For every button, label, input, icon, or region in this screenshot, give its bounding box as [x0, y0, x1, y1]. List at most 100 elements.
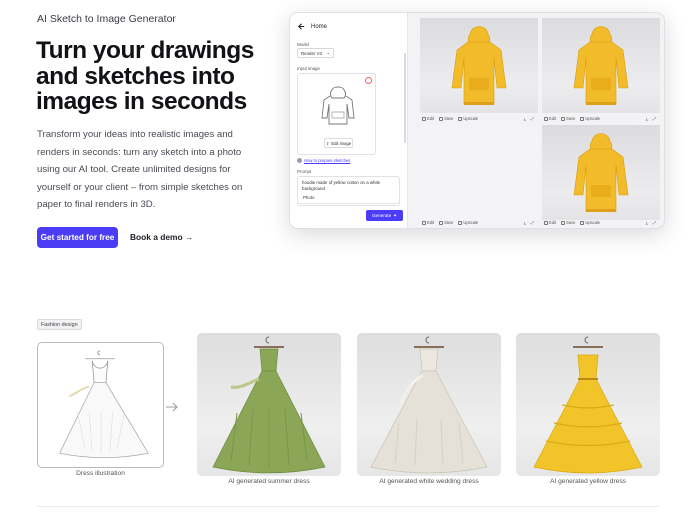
input-image-dropzone[interactable]: ⇪ Edit image: [297, 73, 376, 155]
hero-description: Transform your ideas into realistic imag…: [37, 129, 243, 211]
model-value: Render V3: [301, 50, 322, 56]
upscale-action[interactable]: Upscale: [580, 116, 600, 121]
prompt-label: Prompt: [297, 169, 312, 174]
dress-sketch-image: [59, 350, 149, 459]
upscale-action[interactable]: Upscale: [458, 220, 478, 225]
save-action-label: Save: [566, 220, 576, 225]
summer-dress-card[interactable]: [197, 333, 341, 476]
upload-icon: ⇪: [325, 140, 330, 146]
model-select[interactable]: Render V3 ⌄: [297, 48, 334, 58]
edit-action-label: Edit: [549, 116, 557, 121]
expand-icon[interactable]: ⤢: [653, 220, 656, 225]
download-icon[interactable]: ⤓: [646, 220, 648, 225]
hero-eyebrow: AI Sketch to Image Generator: [37, 13, 176, 25]
get-started-button[interactable]: Get started for free: [37, 227, 118, 248]
result-image-3[interactable]: [420, 125, 538, 220]
wedding-dress-card[interactable]: [357, 333, 501, 476]
save-action[interactable]: Save: [561, 220, 575, 225]
arrow-right-icon: [166, 402, 178, 412]
hero-headline: Turn your drawings and sketches into ima…: [36, 37, 254, 115]
upscale-action[interactable]: Upscale: [458, 116, 478, 121]
how-to-prepare-label: How to prepare sketches: [304, 158, 351, 163]
upscale-icon: [580, 220, 585, 225]
sketch-caption: Dress illustration: [76, 470, 125, 477]
edit-action-label: Edit: [427, 220, 435, 225]
generate-label: Generate: [371, 213, 392, 218]
chevron-down-icon: ⌄: [326, 50, 330, 55]
wedding-dress-caption: AI generated white wedding dress: [379, 478, 479, 485]
info-icon: [297, 158, 302, 163]
tile-toolbar-1: Edit Save Upscale ⤓ ⤢: [420, 113, 538, 124]
save-action[interactable]: Save: [439, 116, 453, 121]
upscale-icon: [458, 116, 463, 121]
download-icon[interactable]: ⤓: [524, 116, 526, 121]
upscale-action-label: Upscale: [585, 116, 601, 121]
save-action-label: Save: [444, 220, 454, 225]
expand-icon[interactable]: ⤢: [531, 116, 534, 121]
generate-button[interactable]: Generate ✦: [366, 210, 403, 221]
how-to-prepare-link[interactable]: How to prepare sketches: [297, 158, 350, 163]
edit-image-button[interactable]: ⇪ Edit image: [324, 138, 353, 148]
pencil-icon: [422, 116, 426, 121]
pencil-icon: [544, 220, 548, 225]
download-icon[interactable]: ⤓: [646, 116, 648, 121]
edit-image-label: Edit image: [331, 140, 352, 146]
yellow-dress-card[interactable]: [516, 333, 660, 476]
style-select[interactable]: Photo: [297, 191, 400, 204]
arrow-left-icon: [298, 23, 305, 30]
save-action[interactable]: Save: [561, 116, 575, 121]
expand-icon[interactable]: ⤢: [531, 220, 534, 225]
green-dress-photo: [212, 336, 326, 474]
edit-action[interactable]: Edit: [544, 116, 556, 121]
save-icon: [439, 220, 444, 225]
book-demo-link[interactable]: Book a demo →: [130, 232, 193, 242]
edit-action[interactable]: Edit: [422, 116, 434, 121]
sidebar-scrollbar[interactable]: [404, 53, 406, 143]
tile-toolbar-3: Edit Save Upscale ⤓ ⤢: [420, 217, 538, 228]
pencil-icon: [544, 116, 548, 121]
tile-toolbar-4: Edit Save Upscale ⤓ ⤢: [542, 217, 660, 228]
download-icon[interactable]: ⤓: [524, 220, 526, 225]
category-tag: Fashion design: [37, 319, 82, 330]
edit-action[interactable]: Edit: [422, 220, 434, 225]
summer-dress-caption: AI generated summer dress: [228, 478, 310, 485]
upscale-icon: [580, 116, 585, 121]
upscale-action-label: Upscale: [585, 220, 601, 225]
upscale-action-label: Upscale: [463, 220, 479, 225]
hoodie-sketch-image: [321, 86, 355, 125]
back-home-label: Home: [311, 23, 328, 30]
yellow-hoodie-photo: [573, 133, 629, 212]
save-action-label: Save: [566, 116, 576, 121]
save-action[interactable]: Save: [439, 220, 453, 225]
white-dress-photo: [370, 336, 488, 474]
yellow-hoodie-photo: [451, 26, 507, 105]
remove-image-icon[interactable]: [365, 77, 372, 84]
save-action-label: Save: [444, 116, 454, 121]
expand-icon[interactable]: ⤢: [653, 116, 656, 121]
result-image-1[interactable]: [420, 18, 538, 113]
section-divider: [37, 506, 659, 507]
input-image-label: Input image: [297, 66, 320, 71]
result-image-4[interactable]: [542, 125, 660, 220]
back-home-link[interactable]: Home: [297, 22, 327, 31]
dress-sketch-card: [37, 342, 164, 468]
upscale-action[interactable]: Upscale: [580, 220, 600, 225]
yellow-dress-caption: AI generated yellow dress: [550, 478, 626, 485]
yellow-hoodie-photo: [573, 26, 629, 105]
upscale-icon: [458, 220, 463, 225]
generator-sidebar: Home Model Render V3 ⌄ Input image ⇪ Edi…: [290, 13, 408, 228]
result-image-2[interactable]: [542, 18, 660, 113]
upscale-action-label: Upscale: [463, 116, 479, 121]
edit-action-label: Edit: [549, 220, 557, 225]
edit-action-label: Edit: [427, 116, 435, 121]
pencil-icon: [422, 220, 426, 225]
save-icon: [439, 116, 444, 121]
model-label: Model: [297, 42, 309, 47]
app-preview-window: Home Model Render V3 ⌄ Input image ⇪ Edi…: [289, 12, 665, 229]
edit-action[interactable]: Edit: [544, 220, 556, 225]
tile-toolbar-2: Edit Save Upscale ⤓ ⤢: [542, 113, 660, 124]
save-icon: [561, 220, 566, 225]
save-icon: [561, 116, 566, 121]
sparkle-icon: ✦: [393, 212, 397, 218]
yellow-dress-photo: [533, 336, 643, 474]
